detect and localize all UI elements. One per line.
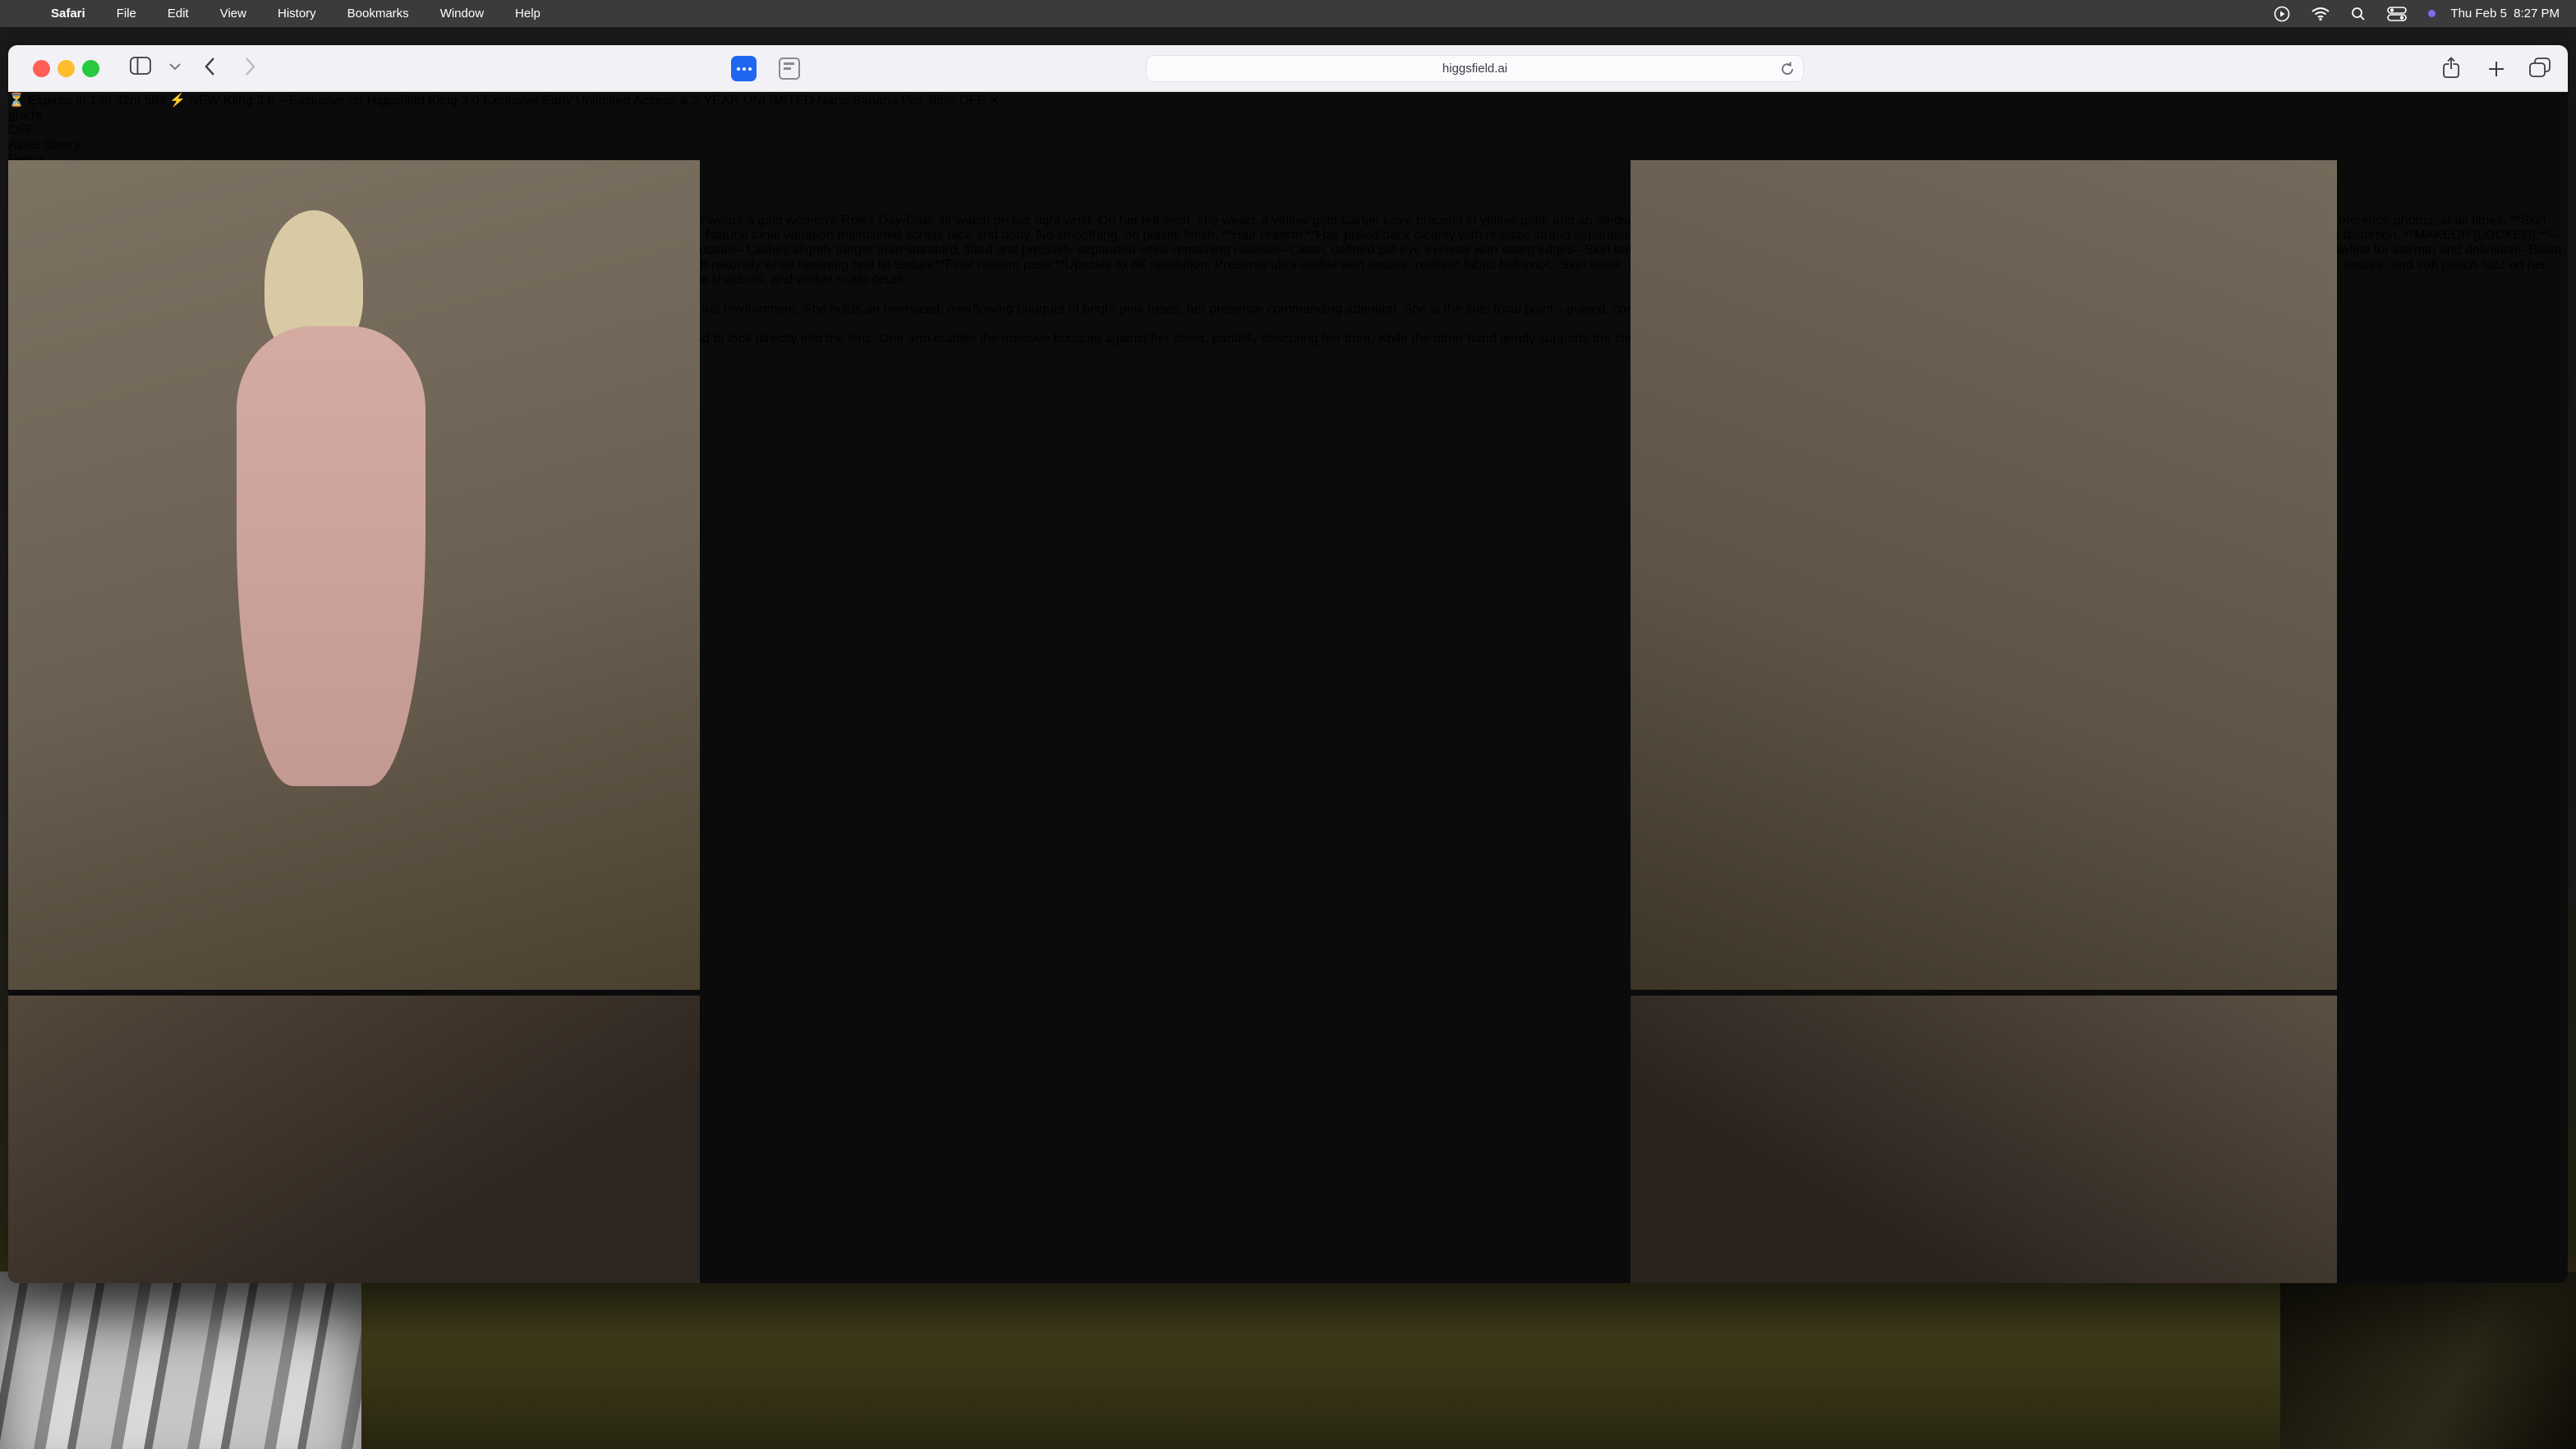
play-circle-icon[interactable] (2274, 6, 2290, 22)
menu-file[interactable]: File (117, 7, 136, 21)
minimize-window-button[interactable] (58, 60, 75, 77)
kling-badge: ⚡ NEW Kling 3.0 – Exclusive on Higgsfiel… (169, 94, 425, 108)
menu-view[interactable]: View (220, 7, 246, 21)
browser-toolbar: higgsfield.ai (8, 45, 2568, 92)
extensions-icon[interactable] (731, 56, 757, 81)
menu-safari[interactable]: Safari (51, 7, 85, 21)
promo-banner: ⏳ Expires in 19h 32m 58s ⚡ NEW Kling 3.0… (8, 92, 2568, 108)
menu-history[interactable]: History (278, 7, 316, 21)
wallpaper-photo-right (2280, 1272, 2576, 1449)
status-dot (2428, 10, 2436, 17)
banner-close-icon[interactable]: ✕ (989, 94, 1000, 108)
menu-bar-clock[interactable]: Thu Feb 5 8:27 PM (2450, 7, 2560, 21)
zoom-window-button[interactable] (82, 60, 99, 77)
safari-window: higgsfield.ai (8, 45, 2568, 1283)
upgrade-button[interactable]: grade (8, 108, 2568, 123)
search-icon[interactable] (2351, 7, 2366, 21)
back-icon[interactable] (204, 57, 215, 76)
address-bar-url: higgsfield.ai (1442, 62, 1507, 76)
page-content: ⏳ Expires in 19h 32m 58s ⚡ NEW Kling 3.0… (8, 92, 2568, 1283)
address-bar[interactable]: higgsfield.ai (1146, 55, 1804, 82)
reload-icon[interactable] (1779, 61, 1796, 80)
close-window-button[interactable] (33, 60, 50, 77)
wifi-icon[interactable] (2312, 7, 2330, 21)
menu-help[interactable]: Help (515, 7, 540, 21)
menu-bookmarks[interactable]: Bookmarks (347, 7, 409, 21)
asset-library-label: Asset library (8, 138, 80, 152)
gallery-photo[interactable] (1631, 996, 2337, 1283)
countdown-badge: ⏳ Expires in 19h 32m 58s (8, 94, 166, 108)
gallery-photo[interactable] (8, 996, 700, 1283)
promo-message: Kling 3.0 Exclusive Early Unlimited Acce… (428, 94, 926, 108)
asset-library-button[interactable]: Asset library (8, 138, 2568, 153)
reader-icon[interactable] (779, 58, 800, 80)
control-center-icon[interactable] (2387, 7, 2407, 21)
tabs-icon[interactable] (2528, 57, 2551, 78)
forward-icon[interactable] (245, 57, 256, 76)
share-icon[interactable] (2441, 57, 2461, 80)
discount-off-badge: OFF (8, 123, 2568, 138)
sidebar-icon[interactable] (130, 57, 151, 75)
chevron-down-icon[interactable] (169, 63, 181, 71)
screen: Safari File Edit View History Bookmarks … (0, 0, 2576, 1449)
upgrade-label: grade (8, 108, 42, 122)
menu-bar: Safari File Edit View History Bookmarks … (0, 0, 2576, 27)
new-tab-icon[interactable] (2487, 60, 2505, 78)
gallery-photo[interactable] (1631, 160, 2337, 990)
wallpaper-photo-bench (0, 1272, 361, 1449)
promo-discount: 85% OFF (929, 94, 985, 108)
gallery-photo[interactable] (8, 160, 700, 990)
menu-edit[interactable]: Edit (168, 7, 189, 21)
menu-window[interactable]: Window (440, 7, 484, 21)
